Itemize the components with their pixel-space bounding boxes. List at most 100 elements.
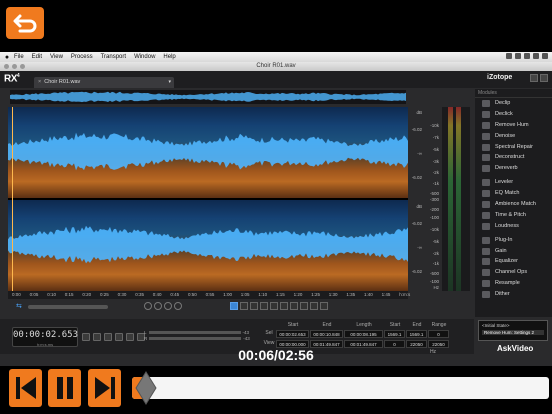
time-ruler[interactable]: 0:00 0:05 0:10 0:15 0:20 0:25 0:30 0:35 0:40 0:45… <box>8 291 411 299</box>
module-label: Spectral Repair <box>495 143 533 150</box>
loop-icon[interactable]: ⇆ <box>16 303 24 310</box>
magic-wand-icon[interactable] <box>280 302 288 310</box>
declick-icon <box>482 110 490 118</box>
spectral-repair-icon <box>482 143 490 151</box>
module-label: Deconstruct <box>495 154 525 161</box>
menu-view[interactable]: View <box>50 54 63 60</box>
menu-transport[interactable]: Transport <box>101 54 126 60</box>
module-plug-in[interactable]: Plug-In <box>475 235 552 246</box>
module-remove-hum[interactable]: Remove Hum <box>475 120 552 131</box>
zoom-tool-icon[interactable] <box>310 302 318 310</box>
hand-tool-icon[interactable] <box>300 302 308 310</box>
module-deconstruct[interactable]: Deconstruct <box>475 152 552 163</box>
stop-icon[interactable] <box>126 333 134 341</box>
rewind-icon[interactable] <box>104 333 112 341</box>
menu-file[interactable]: File <box>14 54 24 60</box>
freq-start-field[interactable]: 1569.1 <box>384 330 405 338</box>
freq-range-field[interactable]: 0 <box>428 330 449 338</box>
playback-meter: L -43 R -43 <box>144 329 250 341</box>
module-declip[interactable]: Declip <box>475 98 552 109</box>
brush-tool-icon[interactable] <box>270 302 278 310</box>
time-display: 00:00:02.653 h:m:s.ms <box>12 327 78 347</box>
module-eq-match[interactable]: EQ Match <box>475 188 552 199</box>
time-tick-label: 0:20 <box>82 292 92 297</box>
zoom-selection-icon[interactable] <box>174 302 182 310</box>
close-tab-icon[interactable]: × <box>38 79 41 85</box>
menu-edit[interactable]: Edit <box>32 54 42 60</box>
file-tab[interactable]: × Choir R01.wav ▾ <box>34 77 174 88</box>
module-ambience-match[interactable]: Ambience Match <box>475 199 552 210</box>
sel-start-field[interactable]: 00:00:02.653 <box>276 330 309 338</box>
sel-end-field[interactable]: 00:00:10.848 <box>310 330 343 338</box>
menu-window[interactable]: Window <box>134 54 155 60</box>
horizontal-scrollbar[interactable] <box>28 305 108 309</box>
frequency-tick-label: -7k <box>432 135 439 140</box>
mic-icon[interactable] <box>82 333 90 341</box>
zoom-in-icon[interactable] <box>144 302 152 310</box>
zoom-out-icon[interactable] <box>154 302 162 310</box>
module-dither[interactable]: Dither <box>475 289 552 300</box>
harmonic-select-icon[interactable] <box>290 302 298 310</box>
apple-icon[interactable]: ● <box>0 54 14 61</box>
history-initial: <Initial State> <box>482 323 510 328</box>
frequency-tick-label: -500 <box>429 191 439 196</box>
waveform-overview[interactable] <box>10 90 406 104</box>
module-equalizer[interactable]: Equalizer <box>475 256 552 267</box>
history-current[interactable]: Remove Hum: Settings 2 <box>482 330 544 335</box>
module-time-pitch[interactable]: Time & Pitch <box>475 210 552 221</box>
modules-panel: Modules Declip Declick Remove Hum Denoise Sp… <box>475 89 552 317</box>
help-icon[interactable] <box>540 74 548 82</box>
denoise-icon <box>482 132 490 140</box>
freq-end-field[interactable]: 1569.1 <box>406 330 427 338</box>
spectrogram-display[interactable] <box>8 107 408 291</box>
menu-process[interactable]: Process <box>71 54 93 60</box>
playhead[interactable] <box>12 107 13 291</box>
module-label: Loudness <box>495 222 519 229</box>
progress-bar[interactable] <box>132 371 549 405</box>
skip-forward-button[interactable] <box>88 369 121 407</box>
chevron-down-icon[interactable]: ▾ <box>168 77 171 88</box>
module-gain[interactable]: Gain <box>475 246 552 257</box>
lasso-tool-icon[interactable] <box>260 302 268 310</box>
sel-length-field[interactable]: 00:00:08.195 <box>344 330 383 338</box>
progress-thumb[interactable] <box>135 371 157 405</box>
back-arrow-icon <box>13 14 37 33</box>
record-icon[interactable] <box>93 333 101 341</box>
pause-button[interactable] <box>48 369 81 407</box>
skip-forward-icon <box>94 377 115 399</box>
module-declick[interactable]: Declick <box>475 109 552 120</box>
module-dereverb[interactable]: Dereverb <box>475 163 552 174</box>
module-leveler[interactable]: Leveler <box>475 177 552 188</box>
rectangle-selection-tool-icon[interactable] <box>250 302 258 310</box>
module-loudness[interactable]: Loudness <box>475 221 552 232</box>
back-button[interactable] <box>6 7 44 39</box>
skip-back-button[interactable] <box>9 369 42 407</box>
time-tick-label: h:m:s <box>399 292 411 297</box>
module-resample[interactable]: Resample <box>475 278 552 289</box>
declip-icon <box>482 100 490 107</box>
db-tick-label: dB <box>416 204 422 209</box>
frequency-selection-tool-icon[interactable] <box>240 302 248 310</box>
settings-icon[interactable] <box>530 74 538 82</box>
time-tick-label: 1:10 <box>258 292 268 297</box>
channel-right[interactable] <box>8 200 408 291</box>
zoom-fit-icon[interactable] <box>164 302 172 310</box>
time-tick-label: 1:35 <box>346 292 356 297</box>
equalizer-icon <box>482 258 490 266</box>
module-label: Denoise <box>495 132 516 139</box>
time-tick-label: 1:20 <box>293 292 303 297</box>
time-selection-tool-icon[interactable] <box>230 302 238 310</box>
frequency-tick-label: -300 <box>429 197 439 202</box>
menu-help[interactable]: Help <box>163 54 175 60</box>
module-denoise[interactable]: Denoise <box>475 131 552 142</box>
spectrogram-settings-icon[interactable] <box>320 302 328 310</box>
module-label: Remove Hum <box>495 121 529 128</box>
history-panel[interactable]: <Initial State> Remove Hum: Settings 2 <box>478 320 548 341</box>
channel-left[interactable] <box>8 107 408 198</box>
db-tick-label: -6.02 <box>411 175 422 180</box>
time-tick-label: 0:10 <box>47 292 56 297</box>
module-channel-ops[interactable]: Channel Ops <box>475 267 552 278</box>
window-controls[interactable] <box>4 64 25 69</box>
play-icon[interactable] <box>115 333 123 341</box>
module-spectral-repair[interactable]: Spectral Repair <box>475 142 552 153</box>
